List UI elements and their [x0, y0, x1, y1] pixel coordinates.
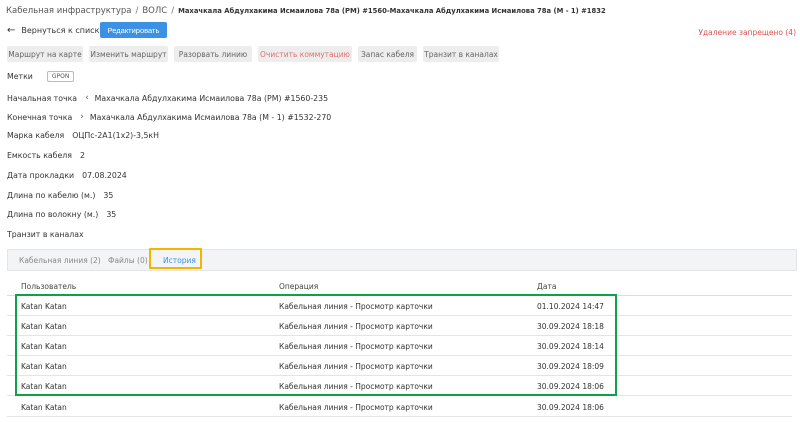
tags-field: Метки GPON	[7, 71, 75, 82]
header-operation: Операция	[279, 282, 319, 291]
header-date: Дата	[537, 282, 557, 291]
channel-transit-field: Транзит в каналах	[7, 230, 92, 239]
cable-brand-value: ОЦПс-2А1(1х2)-3,5кН	[72, 131, 160, 140]
breadcrumb-root[interactable]: Кабельная инфраструктура	[6, 6, 131, 16]
cable-brand-label: Марка кабеля	[7, 131, 65, 140]
delete-forbidden-link[interactable]: Удаление запрещено (4)	[698, 28, 796, 37]
arrow-left-icon: ←	[7, 24, 16, 36]
back-label: Вернуться к списку	[21, 26, 105, 35]
fiber-length-value: 35	[106, 210, 117, 219]
chevron-right-icon: ›	[80, 112, 84, 122]
cable-capacity-label: Емкость кабеля	[7, 151, 72, 160]
edit-button[interactable]: Редактировать	[100, 22, 167, 38]
laying-date-label: Дата прокладки	[7, 171, 75, 180]
start-point-field: Начальная точка ‹ Махачкала Абдулхакима …	[7, 93, 328, 103]
cable-brand-field: Марка кабеля ОЦПс-2А1(1х2)-3,5кН	[7, 131, 159, 140]
break-line-button[interactable]: Разорвать линию	[174, 46, 252, 62]
history-tab-highlight	[149, 248, 202, 269]
start-point-label: Начальная точка	[7, 93, 78, 103]
rows-highlight	[15, 294, 617, 396]
breadcrumb-section[interactable]: ВОЛС	[142, 6, 167, 16]
end-point-field: Конечная точка › Махачкала Абдулхакима И…	[7, 112, 331, 122]
cell-user: Katan Katan	[21, 403, 67, 412]
start-point-value[interactable]: Махачкала Абдулхакима Исмаилова 78а (РМ)…	[95, 94, 328, 103]
tab-cable-line[interactable]: Кабельная линия (2)	[19, 256, 101, 265]
channel-transit-button[interactable]: Транзит в каналах	[423, 46, 499, 62]
change-route-button[interactable]: Изменить маршрут	[89, 46, 168, 62]
breadcrumb: Кабельная инфраструктура / ВОЛС / Махачкала …	[6, 6, 606, 16]
cell-date: 30.09.2024 18:06	[537, 403, 604, 412]
cable-reserve-button[interactable]: Запас кабеля	[358, 46, 417, 62]
end-point-value[interactable]: Махачкала Абдулхакима Исмаилова 78а (М -…	[90, 113, 331, 122]
cable-length-label: Длина по кабелю (м.)	[7, 191, 96, 200]
fiber-length-label: Длина по волокну (м.)	[7, 210, 99, 219]
laying-date-field: Дата прокладки 07.08.2024	[7, 171, 127, 180]
cable-length-field: Длина по кабелю (м.) 35	[7, 191, 113, 200]
back-to-list-link[interactable]: ← Вернуться к списку	[7, 24, 105, 36]
cable-capacity-field: Емкость кабеля 2	[7, 151, 85, 160]
action-toolbar: Маршрут на карте Изменить маршрут Разорв…	[7, 46, 499, 62]
tags-label: Метки	[7, 72, 33, 81]
tab-files[interactable]: Файлы (0)	[108, 256, 148, 265]
laying-date-value: 07.08.2024	[82, 171, 127, 180]
clear-switching-button[interactable]: Очистить коммутацию	[258, 46, 352, 62]
cable-capacity-value: 2	[79, 151, 85, 160]
end-point-label: Конечная точка	[7, 112, 73, 122]
chevron-left-icon: ‹	[85, 93, 89, 103]
breadcrumb-current: Махачкала Абдулхакима Исмаилова 78а (РМ)…	[178, 7, 606, 15]
tabs-bar: Кабельная линия (2) Файлы (0) История	[7, 249, 797, 271]
route-on-map-button[interactable]: Маршрут на карте	[7, 46, 83, 62]
channel-transit-label: Транзит в каналах	[7, 230, 84, 239]
header-user: Пользователь	[21, 282, 77, 291]
cell-operation: Кабельная линия - Просмотр карточки	[279, 403, 433, 412]
tag-badge: GPON	[46, 71, 75, 82]
table-row[interactable]: Katan Katan Кабельная линия - Просмотр к…	[7, 397, 792, 417]
fiber-length-field: Длина по волокну (м.) 35	[7, 210, 116, 219]
cable-length-value: 35	[103, 191, 114, 200]
